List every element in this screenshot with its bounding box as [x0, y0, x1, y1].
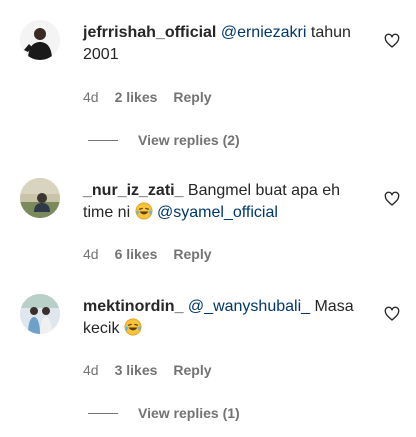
comment-meta: 4d 3 likes Reply — [83, 362, 212, 378]
comment-meta: 4d 2 likes Reply — [83, 89, 212, 105]
view-replies-button[interactable]: View replies (1) — [88, 405, 240, 421]
comment-time: 4d — [83, 362, 99, 378]
divider-line — [88, 139, 118, 141]
avatar[interactable] — [20, 20, 60, 60]
avatar[interactable] — [20, 178, 60, 218]
view-replies-label[interactable]: View replies (1) — [138, 405, 240, 421]
heart-outline-icon[interactable] — [384, 191, 400, 207]
comment-time: 4d — [83, 89, 99, 105]
comment-username[interactable]: _nur_iz_zati_ — [83, 182, 183, 199]
comment-text: jefrrishah_official @erniezakri tahun 20… — [83, 22, 365, 66]
comment-mention[interactable]: @erniezakri — [221, 24, 307, 41]
comment-username[interactable]: mektinordin_ — [83, 298, 183, 315]
comment-mention[interactable]: @_wanyshubali_ — [188, 298, 310, 315]
comment-text: mektinordin_ @_wanyshubali_ Masa kecik — [83, 296, 365, 340]
laughing-tears-emoji — [135, 202, 153, 220]
avatar[interactable] — [20, 294, 60, 334]
likes-count[interactable]: 2 likes — [115, 89, 158, 105]
comment-username[interactable]: jefrrishah_official — [83, 24, 216, 41]
divider-line — [88, 412, 118, 414]
view-replies-label[interactable]: View replies (2) — [138, 132, 240, 148]
comment-text: _nur_iz_zati_ Bangmel buat apa eh time n… — [83, 180, 365, 224]
comment-time: 4d — [83, 246, 99, 262]
laughing-tears-emoji — [124, 318, 142, 336]
likes-count[interactable]: 3 likes — [115, 362, 158, 378]
reply-button[interactable]: Reply — [173, 246, 211, 262]
likes-count[interactable]: 6 likes — [115, 246, 158, 262]
comment-mention[interactable]: @syamel_official — [157, 204, 278, 221]
heart-outline-icon[interactable] — [384, 306, 400, 322]
comment-meta: 4d 6 likes Reply — [83, 246, 212, 262]
view-replies-button[interactable]: View replies (2) — [88, 132, 240, 148]
reply-button[interactable]: Reply — [173, 89, 211, 105]
heart-outline-icon[interactable] — [384, 33, 400, 49]
reply-button[interactable]: Reply — [173, 362, 211, 378]
